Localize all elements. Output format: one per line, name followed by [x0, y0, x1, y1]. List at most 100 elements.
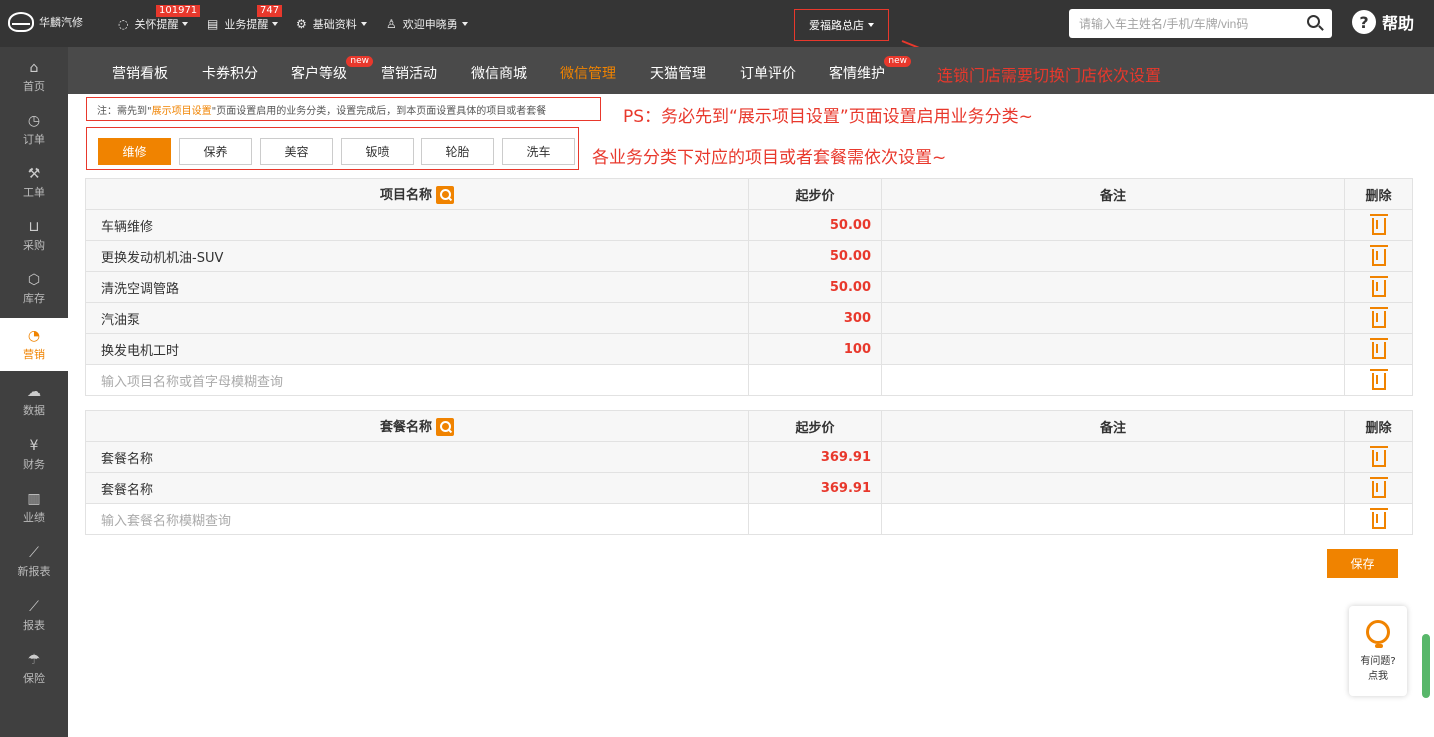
- sidebar-item-inventory[interactable]: ⬡ 库存: [0, 262, 68, 315]
- sidebar-item-label: 保险: [23, 671, 45, 685]
- search-icon[interactable]: [436, 186, 454, 205]
- package-table: 套餐名称 起步价 备注 删除 套餐名称 369.91 套餐名称 369.91 输…: [85, 410, 1413, 535]
- package-remark-input[interactable]: [881, 503, 1345, 535]
- item-remark[interactable]: [881, 333, 1345, 365]
- table-input-row: 输入套餐名称模糊查询: [85, 503, 1413, 535]
- item-remark-input[interactable]: [881, 364, 1345, 396]
- table-row: 清洗空调管路 50.00: [85, 271, 1413, 303]
- delete-cell: [1344, 271, 1413, 303]
- header-label: 套餐名称: [379, 419, 432, 435]
- package-price-input[interactable]: [748, 503, 882, 535]
- tab-wechat-mall[interactable]: 微信商城: [471, 63, 527, 83]
- item-price[interactable]: 50.00: [748, 240, 882, 272]
- package-price[interactable]: 369.91: [748, 472, 882, 504]
- search-icon[interactable]: [1307, 15, 1320, 28]
- item-name: 车辆维修: [85, 209, 749, 241]
- trash-icon[interactable]: [1369, 245, 1388, 266]
- category-beauty[interactable]: 美容: [260, 138, 333, 165]
- category-maintenance[interactable]: 保养: [179, 138, 252, 165]
- header-package-name: 套餐名称: [85, 410, 749, 442]
- sidebar-item-reports[interactable]: ⟋ 报表: [0, 589, 68, 642]
- item-price[interactable]: 100: [748, 333, 882, 365]
- sidebar-item-label: 工单: [23, 185, 45, 199]
- gear-icon: ⚙: [296, 17, 307, 31]
- scrollbar[interactable]: [1422, 634, 1430, 698]
- store-switcher[interactable]: 爱福路总店: [794, 9, 889, 41]
- sidebar-item-workorder[interactable]: ⚒ 工单: [0, 156, 68, 209]
- brand-name: 华麟汽修: [39, 16, 83, 29]
- chat-line2: 点我: [1368, 671, 1388, 682]
- sidebar-item-new-reports[interactable]: ⟋ 新报表: [0, 535, 68, 588]
- sidebar-item-finance[interactable]: ¥ 财务: [0, 428, 68, 481]
- sidebar-item-home[interactable]: ⌂ 首页: [0, 50, 68, 103]
- category-tabs: 维修 保养 美容 钣喷 轮胎 洗车: [86, 127, 579, 170]
- item-price[interactable]: 50.00: [748, 271, 882, 303]
- help-button[interactable]: ? 帮助: [1352, 10, 1414, 34]
- tab-tmall-management[interactable]: 天猫管理: [650, 63, 706, 83]
- search-icon[interactable]: [436, 418, 454, 437]
- package-name: 套餐名称: [85, 441, 749, 473]
- delete-cell: [1344, 503, 1413, 535]
- item-price[interactable]: 300: [748, 302, 882, 334]
- business-reminder-menu[interactable]: ▤ 业务提醒 747: [207, 5, 283, 32]
- item-remark[interactable]: [881, 271, 1345, 303]
- item-remark[interactable]: [881, 209, 1345, 241]
- trash-icon[interactable]: [1369, 214, 1388, 235]
- package-price[interactable]: 369.91: [748, 441, 882, 473]
- item-search-input[interactable]: 输入项目名称或首字母模糊查询: [85, 364, 749, 396]
- search-input[interactable]: [1069, 9, 1289, 38]
- category-repair[interactable]: 维修: [98, 138, 171, 165]
- basic-data-menu[interactable]: ⚙ 基础资料: [296, 16, 367, 32]
- trash-icon[interactable]: [1369, 338, 1388, 359]
- tab-customer-level[interactable]: 客户等级 new: [291, 56, 373, 83]
- category-paint[interactable]: 钣喷: [341, 138, 414, 165]
- support-chat-widget[interactable]: 有问题? 点我: [1349, 606, 1407, 696]
- sidebar-item-orders[interactable]: ◷ 订单: [0, 103, 68, 156]
- tab-order-review[interactable]: 订单评价: [740, 63, 796, 83]
- category-tire[interactable]: 轮胎: [421, 138, 494, 165]
- sidebar-item-purchase[interactable]: ⊔ 采购: [0, 209, 68, 262]
- delete-cell: [1344, 472, 1413, 504]
- care-reminder-menu[interactable]: ◌ 关怀提醒 101971: [118, 5, 201, 32]
- tab-wechat-management[interactable]: 微信管理: [560, 63, 616, 83]
- tab-marketing-dashboard[interactable]: 营销看板: [112, 63, 168, 83]
- package-remark[interactable]: [881, 441, 1345, 473]
- user-menu[interactable]: ♙ 欢迎申晓勇: [386, 16, 468, 32]
- trash-icon[interactable]: [1369, 477, 1388, 498]
- sidebar-item-marketing[interactable]: ◔ 营销: [0, 318, 68, 371]
- clock-icon: ◷: [27, 112, 41, 129]
- table-row: 换发电机工时 100: [85, 333, 1413, 365]
- trash-icon[interactable]: [1369, 446, 1388, 467]
- tab-customer-care[interactable]: 客情维护 new: [829, 56, 911, 83]
- global-search: [1069, 9, 1332, 38]
- trash-icon[interactable]: [1369, 369, 1388, 390]
- chevron-down-icon: [461, 22, 468, 26]
- brand-logo[interactable]: 华麟汽修: [8, 12, 83, 32]
- package-search-input[interactable]: 输入套餐名称模糊查询: [85, 503, 749, 535]
- sidebar-item-data[interactable]: ☁ 数据: [0, 374, 68, 427]
- trash-icon[interactable]: [1369, 307, 1388, 328]
- display-item-settings-link[interactable]: 展示项目设置: [152, 102, 212, 117]
- package-remark[interactable]: [881, 472, 1345, 504]
- item-remark[interactable]: [881, 240, 1345, 272]
- sidebar-item-performance[interactable]: ▥ 业绩: [0, 481, 68, 534]
- sidebar-item-label: 营销: [23, 347, 45, 361]
- top-bar: 华麟汽修 ◌ 关怀提醒 101971 ▤ 业务提醒 747 ⚙ 基础资料 ♙ 欢…: [0, 0, 1434, 47]
- cloud-icon: ☁: [27, 383, 41, 400]
- sidebar-item-label: 库存: [23, 291, 45, 305]
- tab-coupons-points[interactable]: 卡券积分: [202, 63, 258, 83]
- item-price-input[interactable]: [748, 364, 882, 396]
- care-reminder-label: 关怀提醒: [134, 18, 179, 31]
- delete-cell: [1344, 441, 1413, 473]
- category-wash[interactable]: 洗车: [502, 138, 575, 165]
- chevron-down-icon: [868, 23, 874, 27]
- chevron-down-icon: [360, 22, 367, 26]
- item-remark[interactable]: [881, 302, 1345, 334]
- trash-icon[interactable]: [1369, 276, 1388, 297]
- tab-marketing-activity[interactable]: 营销活动: [381, 63, 437, 83]
- sidebar-item-insurance[interactable]: ☂ 保险: [0, 642, 68, 695]
- item-price[interactable]: 50.00: [748, 209, 882, 241]
- trash-icon[interactable]: [1369, 508, 1388, 529]
- save-button[interactable]: 保存: [1327, 549, 1398, 578]
- sub-navigation: 营销看板 卡券积分 客户等级 new 营销活动 微信商城 微信管理 天猫管理 订…: [0, 47, 1434, 94]
